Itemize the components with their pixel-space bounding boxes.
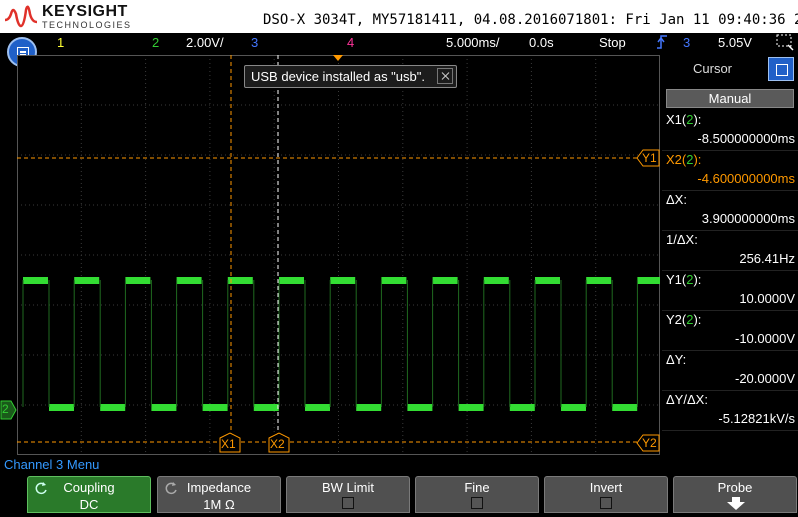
cursor-readout-label: X1(2): bbox=[666, 112, 702, 127]
trace-high-segment bbox=[432, 277, 458, 284]
cursor-readout-label: 1/ΔX: bbox=[666, 232, 698, 247]
panel-menu-icon[interactable] bbox=[768, 57, 794, 81]
trace-low-segment bbox=[458, 404, 484, 411]
channel-2-scale[interactable]: 2.00V/ bbox=[186, 35, 224, 50]
trace-high-segment bbox=[23, 277, 48, 284]
trace-low-segment bbox=[100, 404, 126, 411]
cursor-y2-tag[interactable]: Y2 bbox=[636, 434, 660, 452]
notification-text: USB device installed as "usb". bbox=[251, 69, 425, 84]
keysight-logo-icon bbox=[4, 5, 38, 28]
trace-high-segment bbox=[535, 277, 560, 284]
softkey-coupling[interactable]: Coupling DC bbox=[27, 476, 151, 513]
trace-low-segment bbox=[305, 404, 330, 411]
cursor-readout-value: 10.0000V bbox=[739, 291, 795, 306]
trace-low-segment bbox=[49, 404, 74, 411]
cursor-panel-title[interactable]: Cursor bbox=[693, 61, 732, 76]
softkey-coupling-label: Coupling bbox=[63, 480, 115, 495]
softkey-menu-title: Channel 3 Menu bbox=[4, 457, 100, 472]
cursor-readout-label: ΔX: bbox=[666, 192, 687, 207]
cursor-readout-value: 256.41Hz bbox=[739, 251, 795, 266]
bw-limit-checkbox[interactable] bbox=[342, 497, 354, 509]
trace-low-segment bbox=[509, 404, 535, 411]
fine-checkbox[interactable] bbox=[471, 497, 483, 509]
delay-value[interactable]: 0.0s bbox=[529, 35, 554, 50]
cursor-readout-value: -8.500000000ms bbox=[697, 131, 795, 146]
cursor-x1-tag[interactable]: X1 bbox=[219, 432, 241, 453]
softkey-impedance[interactable]: Impedance 1M Ω bbox=[157, 476, 281, 513]
cursor-x1-label: X1 bbox=[221, 437, 236, 451]
softkey-invert[interactable]: Invert bbox=[544, 476, 668, 513]
cursor-panel: Cursor Manual X1(2): -8.500000000ms X2(2):… bbox=[662, 55, 798, 455]
cursor-readout-label: ΔY/ΔX: bbox=[666, 392, 708, 407]
invert-checkbox[interactable] bbox=[600, 497, 612, 509]
brand-subtitle: TECHNOLOGIES bbox=[42, 20, 132, 30]
trace-low-segment bbox=[612, 404, 638, 411]
brand-name: KEYSIGHT bbox=[42, 3, 128, 20]
trace-high-segment bbox=[125, 277, 151, 284]
trace-low-segment bbox=[202, 404, 228, 411]
channel-3-label[interactable]: 3 bbox=[251, 35, 258, 50]
trace-high-segment bbox=[637, 277, 660, 284]
trace-low-segment bbox=[151, 404, 177, 411]
title-bar: KEYSIGHT TECHNOLOGIES DSO-X 3034T, MY571… bbox=[0, 0, 798, 33]
usb-notification: USB device installed as "usb". bbox=[244, 65, 457, 88]
softkey-invert-label: Invert bbox=[589, 480, 623, 495]
softkey-fine-label: Fine bbox=[464, 480, 490, 495]
cursor-readout-value: -20.0000V bbox=[735, 371, 795, 386]
trace-high-segment bbox=[176, 277, 202, 284]
trace-high-segment bbox=[74, 277, 100, 284]
channel-1-label[interactable]: 1 bbox=[57, 35, 64, 50]
cursor-x2-tag[interactable]: X2 bbox=[268, 432, 290, 453]
channel-4-label[interactable]: 4 bbox=[347, 35, 354, 50]
softkey-bw-limit-label: BW Limit bbox=[322, 480, 374, 495]
softkey-coupling-value: DC bbox=[79, 497, 99, 512]
softkey-bw-limit[interactable]: BW Limit bbox=[286, 476, 410, 513]
cursor-readout-value: -10.0000V bbox=[735, 331, 795, 346]
cursor-x2-label: X2 bbox=[270, 437, 285, 451]
trace-high-segment bbox=[381, 277, 407, 284]
trigger-rising-edge-icon bbox=[656, 33, 668, 54]
softkey-probe-label: Probe bbox=[717, 480, 753, 495]
channel-status-bar: 1 2 2.00V/ 3 4 5.000ms/ 0.0s Stop 3 5.05… bbox=[0, 33, 798, 55]
trigger-channel[interactable]: 3 bbox=[683, 35, 690, 50]
ground-marker-label: 2 bbox=[2, 402, 9, 416]
cursor-readout-label: Y1(2): bbox=[666, 272, 702, 287]
cursor-y1-label: Y1 bbox=[642, 151, 657, 165]
trace-high-segment bbox=[330, 277, 356, 284]
cursor-readout-label: X2(2): bbox=[666, 152, 702, 167]
channel-2-label[interactable]: 2 bbox=[152, 35, 159, 50]
trigger-level[interactable]: 5.05V bbox=[718, 35, 752, 50]
down-arrow-icon bbox=[727, 497, 745, 510]
trace-low-segment bbox=[253, 404, 279, 411]
trace-high-segment bbox=[586, 277, 612, 284]
cursor-y1-tag[interactable]: Y1 bbox=[636, 149, 660, 167]
run-state: Stop bbox=[599, 35, 626, 50]
trace-low-segment bbox=[561, 404, 586, 411]
trace-low-segment bbox=[356, 404, 382, 411]
acquire-dotted-box-icon[interactable] bbox=[775, 33, 795, 54]
cursor-readout-label: Y2(2): bbox=[666, 312, 702, 327]
cursor-readout-value: 3.900000000ms bbox=[701, 211, 795, 226]
cursor-readout-value: -4.600000000ms bbox=[697, 171, 795, 186]
channel-2-ground-marker[interactable]: 2 bbox=[0, 400, 17, 420]
softkey-bar: Coupling DC Impedance 1M Ω BW Limit Fine… bbox=[0, 473, 798, 513]
close-icon[interactable] bbox=[437, 68, 453, 84]
trace-high-segment bbox=[279, 277, 304, 284]
waveform-display[interactable] bbox=[17, 55, 660, 455]
softkey-impedance-value: 1M Ω bbox=[203, 497, 235, 512]
cursor-panel-header: Cursor bbox=[662, 55, 798, 83]
cursor-y2-label: Y2 bbox=[642, 436, 657, 450]
trace-high-segment bbox=[227, 277, 253, 284]
cursor-readout-label: ΔY: bbox=[666, 352, 687, 367]
trace-high-segment bbox=[483, 277, 509, 284]
device-info: DSO-X 3034T, MY57181411, 04.08.201607180… bbox=[263, 12, 798, 28]
softkey-fine[interactable]: Fine bbox=[415, 476, 539, 513]
cursor-mode-button[interactable]: Manual bbox=[666, 89, 794, 108]
softkey-probe[interactable]: Probe bbox=[673, 476, 797, 513]
timebase-value[interactable]: 5.000ms/ bbox=[446, 35, 499, 50]
trace-low-segment bbox=[407, 404, 433, 411]
softkey-impedance-label: Impedance bbox=[186, 480, 252, 495]
cursor-readout-value: -5.12821kV/s bbox=[718, 411, 795, 426]
